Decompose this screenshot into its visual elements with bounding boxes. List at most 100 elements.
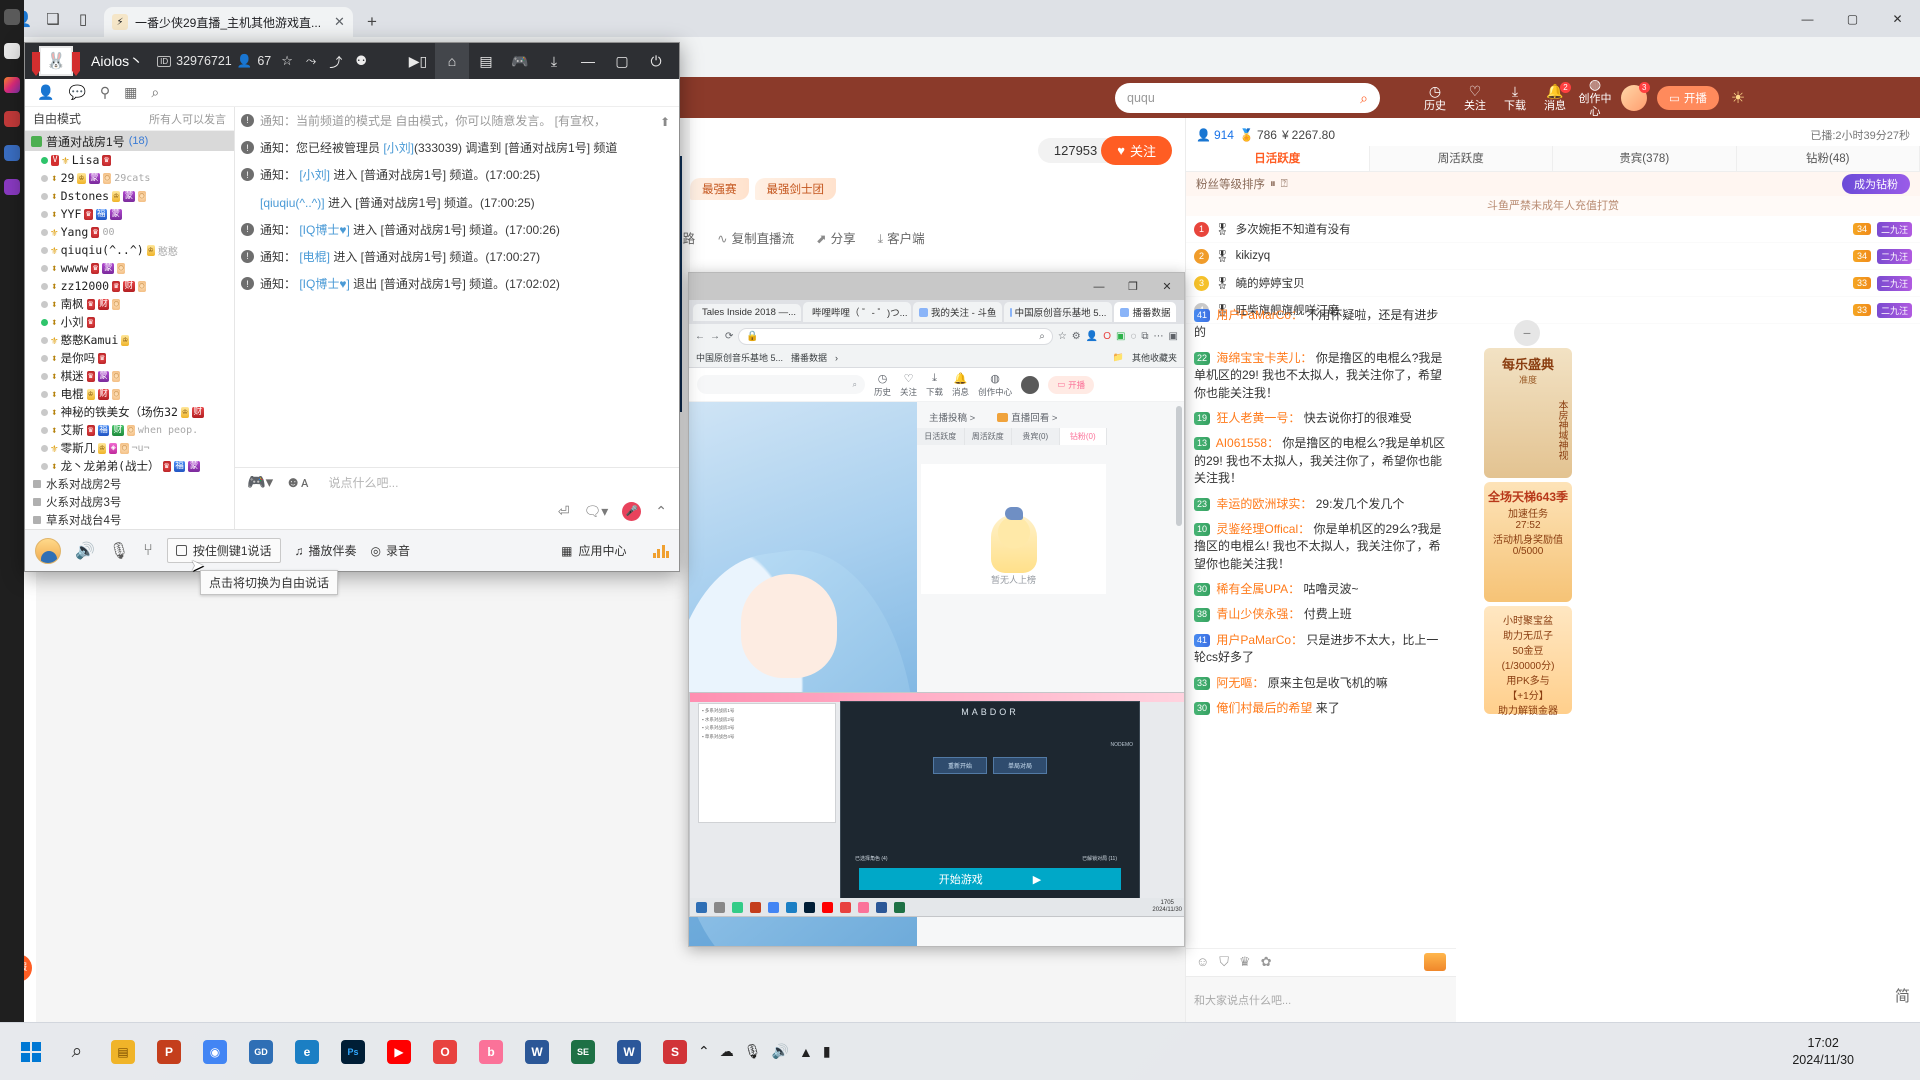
vc-room-row[interactable]: 水系对战房2号 xyxy=(25,475,234,493)
taskbar-item-gd[interactable]: GD xyxy=(240,1031,282,1073)
dock-icon-app5[interactable] xyxy=(0,136,24,170)
ime-indicator[interactable]: 简 xyxy=(1895,985,1910,1006)
tab-close-icon[interactable]: ✕ xyxy=(334,14,345,30)
play-accompaniment-button[interactable]: ♫ 播放伴奏 xyxy=(295,542,357,559)
vc-user-row[interactable]: ⬍ 小刘 ♛ xyxy=(25,313,234,331)
close-button[interactable]: ✕ xyxy=(1875,0,1920,37)
close-button[interactable]: ✕ xyxy=(1150,273,1184,300)
browser-tab[interactable]: 中国原创音乐基地 5... xyxy=(1004,302,1113,322)
wallet-icon[interactable]: ▣ xyxy=(1116,331,1125,342)
gamepad-icon[interactable]: 🎮 xyxy=(503,43,537,79)
profile-icon[interactable]: 👤 xyxy=(1086,331,1098,342)
bookmark-folder-icon[interactable]: 📁 xyxy=(1113,352,1124,363)
dock-icon-app6[interactable] xyxy=(0,170,24,204)
browser-tab[interactable]: 哔哩哔哩（ ゜- ゜)つ... xyxy=(803,302,911,322)
opera-icon[interactable]: O xyxy=(1103,331,1111,342)
embedded-tb-icon[interactable] xyxy=(768,901,779,913)
record-button[interactable]: ◎ 录音 xyxy=(371,542,411,559)
home-icon[interactable]: ⌂ xyxy=(435,43,469,79)
vc-user-row[interactable]: ⬍ zz12000 ♛ 财 ○ xyxy=(25,277,234,295)
tab-vip[interactable]: 贵宾(0) xyxy=(1012,428,1060,445)
become-diamond-fan-button[interactable]: 成为钻粉 xyxy=(1842,174,1910,194)
nav-creator[interactable]: ◍ 创作中心 xyxy=(1575,77,1615,119)
search-icon[interactable]: ⌕ xyxy=(853,380,857,390)
taskbar-item-mail[interactable]: W xyxy=(516,1031,558,1073)
vertical-tabs-icon[interactable]: ▯ xyxy=(68,4,98,34)
board-icon[interactable]: ▦ xyxy=(124,84,137,101)
vc-room-row[interactable]: 草系对战台4号 xyxy=(25,511,234,529)
scrollbar[interactable] xyxy=(1176,406,1182,526)
sidebar-icon[interactable]: ▣ xyxy=(1169,331,1178,342)
tab-diamond-fan[interactable]: 钻粉(48) xyxy=(1736,146,1920,171)
room-tag[interactable]: 最强剑士团 xyxy=(754,178,836,200)
vc-user-row[interactable]: ⬍ 电棍 ♔ 财 ○ xyxy=(25,385,234,403)
table-row[interactable]: 1 🎖 多次婉拒不知道有没有 34 二九汪 xyxy=(1186,216,1920,243)
mic-icon[interactable]: 🎙 xyxy=(109,541,129,561)
vc-user-row[interactable]: ⬍ 神秘的铁美女（场伤32 ♔ 财 xyxy=(25,403,234,421)
embedded-tb-icon[interactable] xyxy=(750,901,761,913)
browser-tab-active[interactable]: 播番数据 xyxy=(1114,302,1177,322)
emoji-icon[interactable]: 🎮▾ xyxy=(247,473,273,491)
vc-user-row[interactable]: ⬍ Dstones ♔ 蒙 ○ xyxy=(25,187,234,205)
vc-user-row[interactable]: ⬍ YYF ♛ 福蒙 xyxy=(25,205,234,223)
cloud-icon[interactable]: ☁ xyxy=(720,1043,734,1060)
chat-user[interactable]: AI061558： xyxy=(1216,436,1279,450)
gift-icon[interactable]: ☺ xyxy=(1196,954,1209,969)
taskbar-item-wps[interactable]: S xyxy=(654,1031,696,1073)
minimize-button[interactable]: — xyxy=(1082,273,1116,300)
vc-user-row[interactable]: ⬍ 南枫 ♛ 财 ○ xyxy=(25,295,234,313)
taskbar-item-chrome[interactable]: ◉ xyxy=(194,1031,236,1073)
nav-history[interactable]: ◷ 历史 xyxy=(1415,83,1455,113)
tab-diamond-fan[interactable]: 钻粉(0) xyxy=(1059,428,1107,445)
embedded-tb-icon[interactable] xyxy=(822,901,833,913)
chat-user[interactable]: 狂人老黄一号： xyxy=(1216,411,1300,425)
dock-icon-mail[interactable] xyxy=(0,34,24,68)
chat-bubble-icon[interactable]: 🗨▾ xyxy=(583,503,608,520)
restore-button[interactable]: ❐ xyxy=(1116,273,1150,300)
room-tag[interactable]: 最强赛 xyxy=(690,178,749,200)
browser-tab-active[interactable]: ⚡ 一番少侠29直播_主机其他游戏直... ✕ xyxy=(104,7,353,37)
danmu-input[interactable]: 和大家说点什么吧... xyxy=(1186,976,1456,1022)
collapse-events-button[interactable]: − xyxy=(1514,320,1540,346)
mic-icon[interactable]: 🎙 xyxy=(744,1043,762,1060)
embedded-tb-icon[interactable] xyxy=(894,901,905,913)
speaker-icon[interactable]: 🔊 xyxy=(75,541,95,561)
mic-icon[interactable]: 🎤 xyxy=(622,501,642,521)
action-copy-stream[interactable]: ∿ 复制直播流 xyxy=(717,228,794,247)
gift-box-icon[interactable] xyxy=(1424,952,1446,971)
minimize-to-tray-icon[interactable]: ⤓ xyxy=(537,43,571,79)
vc-user-row[interactable]: ⚜ qiuqiu(^..^) ♔ 憨憨 xyxy=(25,241,234,259)
chat-user[interactable]: 俺们村最后的希望 xyxy=(1216,701,1312,715)
bookmark-item[interactable]: 播番数据 xyxy=(791,351,827,364)
new-tab-button[interactable]: + xyxy=(359,9,385,35)
pin-icon[interactable]: ⚲ xyxy=(100,84,110,101)
table-row[interactable]: 3 🎖 皢的婷婷宝贝 33 二九汪 xyxy=(1186,270,1920,297)
go-live-button[interactable]: ▭ 开播 xyxy=(1048,375,1095,394)
split-screen-icon[interactable]: ⧉ xyxy=(1141,331,1148,342)
taskbar-item-youtube[interactable]: ▶ xyxy=(378,1031,420,1073)
vc-app-name[interactable]: Aiolos丶 xyxy=(91,51,143,71)
chat-user[interactable]: 稀有全属UPA： xyxy=(1216,582,1300,596)
vc-user-row[interactable]: ⬍ 艾斯 ♛ 福财 ○ when peop. xyxy=(25,421,234,439)
taskbar-item-edge[interactable]: e xyxy=(286,1031,328,1073)
back-icon[interactable]: ← xyxy=(695,331,705,342)
bilibili-search-input[interactable]: ⌕ xyxy=(697,375,865,394)
grid-icon[interactable]: ▤ xyxy=(469,43,503,79)
avatar[interactable] xyxy=(35,537,61,564)
enter-icon[interactable]: ⏎ xyxy=(558,503,570,520)
share-icon[interactable]: ⤴ xyxy=(329,52,342,71)
embedded-tb-icon[interactable] xyxy=(876,901,887,913)
embedded-tb-icon[interactable] xyxy=(804,901,815,913)
embedded-tb-icon[interactable] xyxy=(858,901,869,913)
vc-user-row[interactable]: ⬍ wwww ♛ 蒙 ○ xyxy=(25,259,234,277)
chat-user[interactable]: 阿无嘔： xyxy=(1216,676,1264,690)
nav-download[interactable]: ⤓ 下载 xyxy=(1495,83,1535,113)
chat-user[interactable]: 用户PaMarCo： xyxy=(1216,308,1303,322)
tab-group-icon[interactable]: ❑ xyxy=(38,4,68,34)
embedded-tb-icon[interactable] xyxy=(786,901,797,913)
maximize-button[interactable]: ▢ xyxy=(1830,0,1875,37)
go-live-button[interactable]: ▭ 开播 xyxy=(1657,85,1719,110)
vc-user-row[interactable]: V ⚜ Lisa ♛ xyxy=(25,151,234,169)
minimize-button[interactable]: — xyxy=(1785,0,1830,37)
volume-icon[interactable]: 🔊 xyxy=(772,1043,789,1060)
